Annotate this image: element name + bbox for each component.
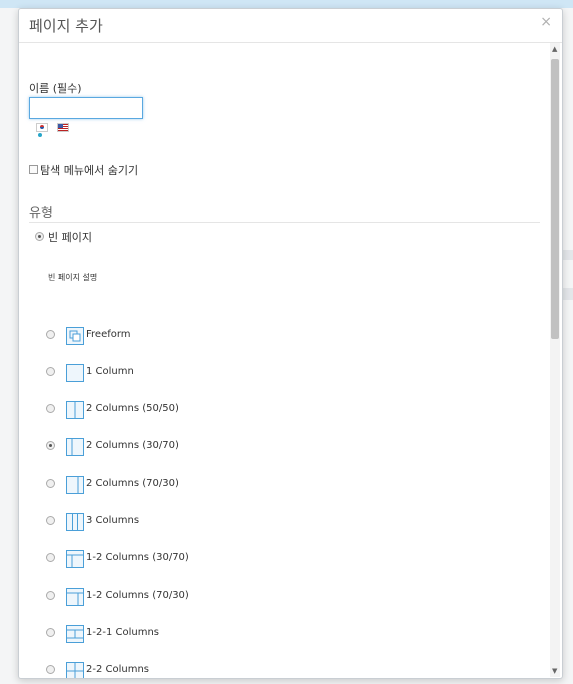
freeform-layout-icon: [66, 327, 84, 345]
layout-radio[interactable]: [46, 479, 55, 488]
layout-radio[interactable]: [46, 404, 55, 413]
blank-page-description: 빈 페이지 설명: [48, 273, 98, 282]
two-columns-70-30-layout-icon: [66, 476, 84, 494]
layout-label: 2 Columns (50/50): [86, 403, 179, 414]
layout-radio[interactable]: [46, 628, 55, 637]
layout-label: 3 Columns: [86, 515, 140, 526]
scroll-up-icon[interactable]: ▲: [552, 45, 557, 53]
scroll-down-icon[interactable]: ▼: [552, 667, 557, 675]
layout-label: 2-2 Columns: [86, 664, 150, 675]
two-columns-30-70-layout-icon: [66, 438, 84, 456]
layout-radio[interactable]: [46, 553, 55, 562]
layout-radio[interactable]: [46, 441, 55, 450]
one-two-one-columns-layout-icon: [66, 625, 84, 643]
layout-label: 2 Columns (30/70): [86, 440, 179, 451]
layout-radio[interactable]: [46, 591, 55, 600]
dialog-header: 페이지 추가 ×: [19, 9, 562, 43]
layout-label: 1 Column: [86, 366, 134, 377]
dialog-body: 이름 (필수) 탐색 메뉴에서 숨기기 유형 빈 페이지 빈 페이지 설명 Fr…: [19, 43, 549, 678]
one-two-columns-30-70-layout-icon: [66, 550, 84, 568]
dialog-scrollbar[interactable]: ▲ ▼: [550, 43, 560, 677]
layout-radio[interactable]: [46, 516, 55, 525]
layout-label: 2 Columns (70/30): [86, 478, 179, 489]
two-two-columns-layout-icon: [66, 662, 84, 678]
layout-radio[interactable]: [46, 330, 55, 339]
one-two-columns-70-30-layout-icon: [66, 588, 84, 606]
section-divider: [29, 222, 540, 223]
one-column-layout-icon: [66, 364, 84, 382]
layout-label: 1-2 Columns (70/30): [86, 590, 189, 601]
hide-in-navigation-checkbox[interactable]: [29, 165, 38, 174]
en-us-flag-icon[interactable]: [57, 123, 69, 132]
blank-page-label: 빈 페이지: [48, 231, 92, 244]
blank-page-radio[interactable]: [35, 232, 44, 241]
scroll-thumb[interactable]: [551, 59, 559, 339]
layout-label: 1-2-1 Columns: [86, 627, 159, 638]
name-input[interactable]: [29, 97, 143, 119]
layout-radio[interactable]: [46, 665, 55, 674]
dialog-title: 페이지 추가: [29, 17, 103, 35]
layout-radio[interactable]: [46, 367, 55, 376]
background-top-bar: [0, 0, 573, 8]
name-label: 이름 (필수): [29, 82, 82, 95]
close-button[interactable]: ×: [540, 14, 552, 30]
add-page-dialog: 페이지 추가 × 이름 (필수) 탐색 메뉴에서 숨기기 유형 빈 페이지 빈 …: [18, 8, 563, 679]
type-section-title: 유형: [29, 206, 53, 221]
active-language-indicator: [38, 133, 42, 137]
ko-flag-icon[interactable]: [36, 123, 48, 132]
two-columns-50-50-layout-icon: [66, 401, 84, 419]
layout-label: Freeform: [86, 329, 131, 340]
hide-in-navigation-label: 탐색 메뉴에서 숨기기: [40, 164, 139, 177]
layout-label: 1-2 Columns (30/70): [86, 552, 189, 563]
three-columns-layout-icon: [66, 513, 84, 531]
